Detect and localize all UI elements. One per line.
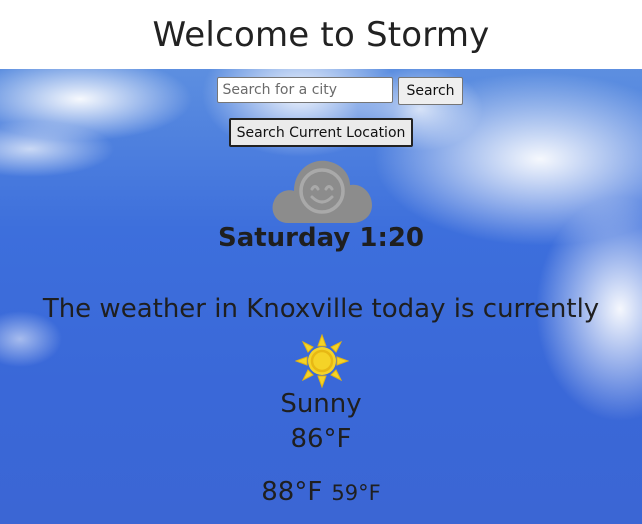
- sky-background: Search Search Current Location Saturday …: [0, 69, 642, 524]
- current-temperature: 86°F: [290, 424, 352, 454]
- search-bar: Search: [0, 77, 642, 105]
- location-row: Search Current Location: [0, 118, 642, 147]
- app-header: Welcome to Stormy: [0, 0, 642, 69]
- page-title: Welcome to Stormy: [152, 14, 490, 55]
- weather-headline: The weather in Knoxville today is curren…: [42, 294, 600, 324]
- search-current-location-button[interactable]: Search Current Location: [228, 118, 414, 147]
- weather-condition: Sunny: [280, 389, 362, 419]
- sun-icon: [295, 334, 349, 388]
- high-temperature: 88°F: [261, 477, 323, 507]
- low-temperature: 59°F: [331, 481, 381, 505]
- high-low-temperature: 88°F 59°F: [0, 477, 642, 507]
- day-time: Saturday 1:20: [217, 223, 425, 253]
- search-button[interactable]: Search: [398, 77, 463, 105]
- smiling-cloud-icon: [272, 160, 372, 223]
- city-search-input[interactable]: [217, 77, 394, 103]
